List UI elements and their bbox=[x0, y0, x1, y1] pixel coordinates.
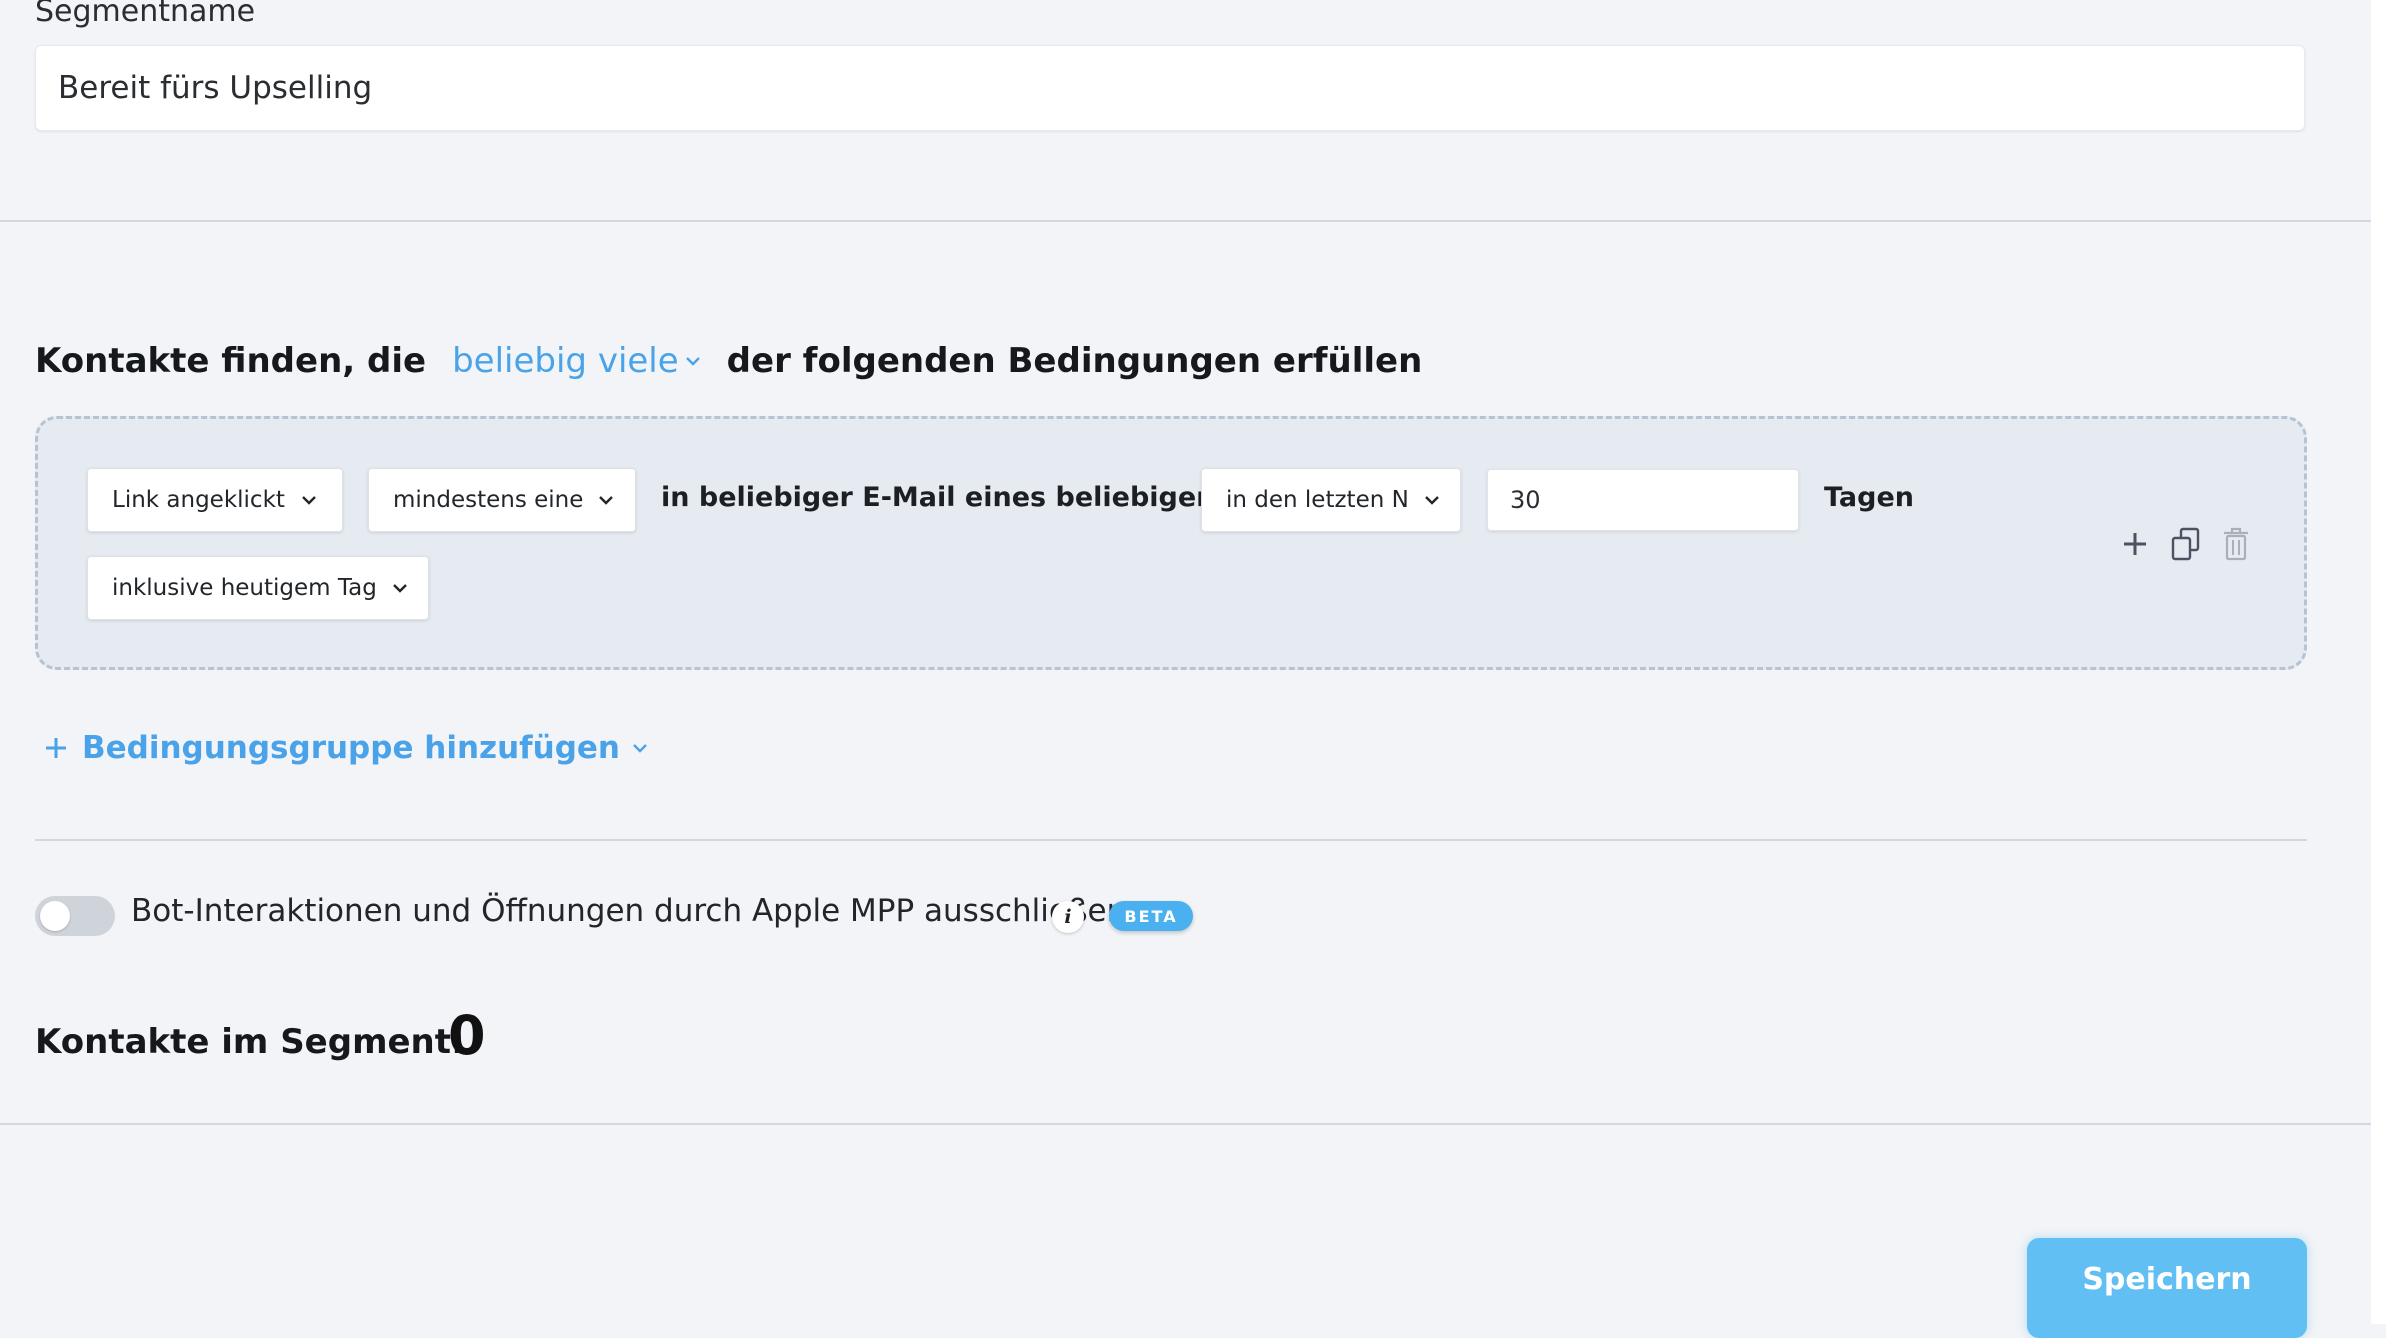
scope-text: in beliebiger E-Mail eines beliebigen Ty… bbox=[661, 482, 1294, 513]
info-icon[interactable]: i bbox=[1052, 901, 1084, 933]
plus-icon bbox=[46, 738, 66, 758]
section-divider bbox=[0, 1123, 2371, 1125]
page-right-edge bbox=[2371, 0, 2386, 1324]
duplicate-condition-button[interactable] bbox=[2168, 526, 2204, 562]
heading-suffix: der folgenden Bedingungen erfüllen bbox=[726, 341, 1423, 381]
contacts-count-label: Kontakte im Segment: bbox=[35, 1022, 465, 1062]
conditions-heading: Kontakte finden, die beliebig viele der … bbox=[35, 336, 1422, 386]
heading-prefix: Kontakte finden, die bbox=[35, 341, 427, 381]
timeframe-dropdown[interactable]: in den letzten N bbox=[1201, 468, 1461, 532]
trash-icon bbox=[2224, 527, 2248, 561]
toggle-knob bbox=[40, 901, 70, 931]
add-condition-group-button[interactable]: Bedingungsgruppe hinzufügen bbox=[44, 726, 648, 770]
copy-icon bbox=[2171, 527, 2200, 561]
segment-name-label: Segmentname bbox=[35, 0, 256, 29]
bot-filter-toggle[interactable] bbox=[35, 896, 115, 936]
quantity-dropdown-label: mindestens eine bbox=[393, 487, 584, 513]
include-today-label: inklusive heutigem Tag bbox=[112, 575, 377, 601]
contacts-count-value: 0 bbox=[448, 1004, 486, 1067]
event-dropdown[interactable]: Link angeklickt bbox=[87, 468, 343, 532]
section-divider bbox=[0, 220, 2371, 222]
quantity-dropdown[interactable]: mindestens eine bbox=[368, 468, 636, 532]
beta-badge: BETA bbox=[1109, 901, 1193, 931]
match-mode-dropdown[interactable]: beliebig viele bbox=[452, 341, 701, 381]
delete-condition-button[interactable] bbox=[2219, 526, 2253, 562]
event-dropdown-label: Link angeklickt bbox=[112, 487, 285, 513]
chevron-down-icon bbox=[685, 357, 700, 366]
add-condition-group-label: Bedingungsgruppe hinzufügen bbox=[82, 730, 620, 766]
days-input[interactable] bbox=[1487, 469, 1799, 531]
timeframe-dropdown-label: in den letzten N bbox=[1226, 487, 1409, 513]
bot-filter-label: Bot-Interaktionen und Öffnungen durch Ap… bbox=[131, 893, 1127, 929]
plus-icon bbox=[2124, 533, 2146, 555]
chevron-down-icon bbox=[1424, 496, 1439, 505]
days-unit: Tagen bbox=[1824, 482, 1915, 513]
chevron-down-icon bbox=[599, 496, 614, 505]
add-condition-button[interactable] bbox=[2118, 527, 2152, 561]
save-button[interactable]: Speichern bbox=[2027, 1238, 2307, 1338]
match-mode-label: beliebig viele bbox=[452, 341, 679, 381]
chevron-down-icon bbox=[392, 584, 407, 593]
condition-group bbox=[35, 416, 2307, 670]
chevron-down-icon bbox=[302, 496, 316, 505]
chevron-down-icon bbox=[633, 744, 647, 753]
segment-name-input[interactable] bbox=[35, 45, 2305, 131]
section-divider bbox=[35, 839, 2307, 841]
include-today-dropdown[interactable]: inklusive heutigem Tag bbox=[87, 556, 429, 620]
